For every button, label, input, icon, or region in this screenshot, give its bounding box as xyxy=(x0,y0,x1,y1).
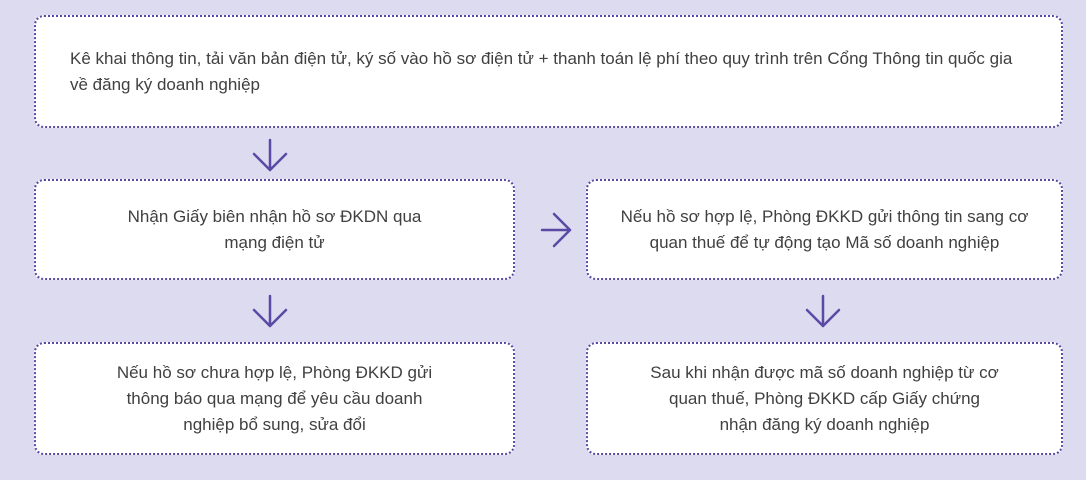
step-box-issue-certificate: Sau khi nhận được mã số doanh nghiệp từ … xyxy=(586,342,1063,455)
step-text-invalid-notify: Nếu hồ sơ chưa hợp lệ, Phòng ĐKKD gửi th… xyxy=(116,362,433,434)
arrow-down-icon xyxy=(252,138,288,172)
arrow-down-icon xyxy=(805,294,841,328)
step-text-declare-online: Kê khai thông tin, tải văn bản điện tử, … xyxy=(70,48,1013,94)
step-text-issue-certificate: Sau khi nhận được mã số doanh nghiệp từ … xyxy=(650,362,999,434)
step-text-receive-receipt: Nhận Giấy biên nhận hồ sơ ĐKDN qua mạng … xyxy=(127,206,422,252)
arrow-right-icon xyxy=(540,212,572,248)
step-box-valid-send-tax: Nếu hồ sơ hợp lệ, Phòng ĐKKD gửi thông t… xyxy=(586,179,1063,280)
step-box-receive-receipt: Nhận Giấy biên nhận hồ sơ ĐKDN qua mạng … xyxy=(34,179,515,280)
step-box-declare-online: Kê khai thông tin, tải văn bản điện tử, … xyxy=(34,15,1063,128)
arrow-down-icon xyxy=(252,294,288,328)
step-text-valid-send-tax: Nếu hồ sơ hợp lệ, Phòng ĐKKD gửi thông t… xyxy=(620,206,1029,252)
step-box-invalid-notify: Nếu hồ sơ chưa hợp lệ, Phòng ĐKKD gửi th… xyxy=(34,342,515,455)
